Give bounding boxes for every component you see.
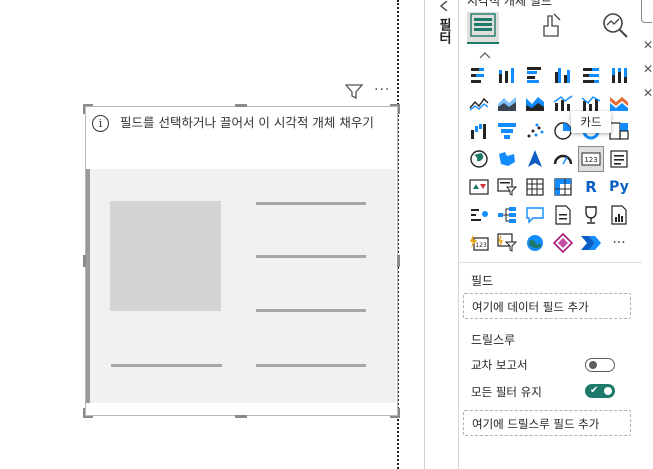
power-automate-card-icon[interactable]: 123: [466, 230, 492, 256]
collapsed-panes: ✕ ✕ ✕: [641, 0, 653, 469]
analytics-magnifier-icon: [601, 11, 629, 43]
card-placeholder: [86, 169, 396, 403]
collapse-icon[interactable]: [438, 0, 450, 15]
filled-map-icon[interactable]: [494, 146, 520, 172]
stacked-area-chart-icon[interactable]: [522, 90, 548, 116]
resize-handle[interactable]: [83, 104, 93, 114]
100-stacked-bar-icon[interactable]: [578, 62, 604, 88]
resize-handle[interactable]: [83, 408, 93, 418]
resize-handle[interactable]: [397, 255, 400, 267]
gauge-icon[interactable]: [550, 146, 576, 172]
stacked-bar-chart-icon[interactable]: [466, 62, 492, 88]
waterfall-chart-icon[interactable]: [466, 118, 492, 144]
pane-divider: [424, 0, 425, 469]
matrix-icon[interactable]: [550, 174, 576, 200]
placeholder-line: [256, 202, 366, 205]
placeholder-bar: [86, 169, 90, 403]
format-paintbrush-icon: [538, 12, 564, 42]
kpi-icon[interactable]: [466, 174, 492, 200]
info-icon: i: [92, 115, 109, 132]
close-icon[interactable]: ✕: [643, 62, 653, 76]
funnel-chart-icon[interactable]: [494, 118, 520, 144]
pane-title: 시각적 개체 빌드: [467, 0, 552, 8]
table-build-icon: [470, 13, 496, 41]
slicer-icon[interactable]: [494, 174, 520, 200]
placeholder-line: [256, 364, 366, 367]
r-visual-icon[interactable]: R: [578, 174, 604, 200]
resize-handle[interactable]: [390, 408, 400, 418]
svg-text:123: 123: [584, 156, 597, 164]
format-visual-tab[interactable]: [535, 12, 567, 42]
clustered-column-chart-icon[interactable]: [550, 62, 576, 88]
chevron-up-icon: [479, 44, 491, 63]
area-chart-icon[interactable]: [494, 90, 520, 116]
more-options-icon[interactable]: ···: [374, 82, 390, 98]
filters-tab-label[interactable]: 필터: [434, 18, 453, 44]
line-chart-icon[interactable]: [466, 90, 492, 116]
fields-drop-well[interactable]: 여기에 데이터 필드 추가: [463, 293, 631, 319]
resize-handle[interactable]: [235, 104, 247, 107]
stacked-column-chart-icon[interactable]: [494, 62, 520, 88]
python-visual-icon[interactable]: Py: [606, 174, 632, 200]
card-visual[interactable]: i 필드를 선택하거나 끌어서 이 시각적 개체 채우기: [83, 104, 400, 418]
drillthrough-section-title: 드릴스루: [471, 333, 516, 347]
table-icon[interactable]: [522, 174, 548, 200]
azure-map-icon[interactable]: [522, 146, 548, 172]
card-icon[interactable]: 123: [578, 146, 604, 172]
close-icon[interactable]: ✕: [643, 38, 653, 52]
analytics-tab[interactable]: [599, 12, 631, 42]
paginated-report-icon[interactable]: [606, 202, 632, 228]
placeholder-line: [256, 309, 366, 312]
resize-handle[interactable]: [83, 255, 86, 267]
filters-side-tab[interactable]: 필터: [428, 0, 458, 469]
cross-report-label: 교차 보고서: [471, 358, 528, 372]
100-stacked-column-icon[interactable]: [606, 62, 632, 88]
arcgis-map-icon[interactable]: [522, 230, 548, 256]
goals-icon[interactable]: [578, 202, 604, 228]
placeholder-line: [111, 364, 222, 367]
empty-visual-text: 필드를 선택하거나 끌어서 이 시각적 개체 채우기: [120, 115, 374, 130]
scatter-chart-icon[interactable]: [522, 118, 548, 144]
resize-handle[interactable]: [235, 415, 247, 418]
resize-handle[interactable]: [390, 104, 400, 114]
qa-visual-icon[interactable]: [522, 202, 548, 228]
close-icon[interactable]: ✕: [643, 86, 653, 100]
filter-icon[interactable]: [344, 84, 364, 104]
empty-visual-message: i 필드를 선택하거나 끌어서 이 시각적 개체 채우기: [92, 113, 389, 165]
placeholder-box: [110, 201, 221, 311]
key-influencers-icon[interactable]: [466, 202, 492, 228]
svg-text:123: 123: [475, 242, 487, 249]
check-icon: ✔: [590, 385, 599, 396]
clustered-bar-chart-icon[interactable]: [522, 62, 548, 88]
fields-section-title: 필드: [471, 274, 494, 288]
pane-edge: [641, 0, 652, 23]
power-automate-icon[interactable]: [578, 230, 604, 256]
section-divider: [459, 262, 642, 263]
build-visual-tab[interactable]: [467, 12, 499, 44]
more-visuals-icon[interactable]: ···: [606, 230, 632, 256]
toggle-knob: [589, 361, 597, 369]
smart-narrative-icon[interactable]: [550, 202, 576, 228]
decomposition-tree-icon[interactable]: [494, 202, 520, 228]
multi-row-card-icon[interactable]: [606, 146, 632, 172]
keep-all-filters-label: 모든 필터 유지: [471, 385, 542, 399]
map-icon[interactable]: [466, 146, 492, 172]
cross-report-toggle[interactable]: [585, 358, 615, 372]
power-apps-slicer-icon[interactable]: [494, 230, 520, 256]
visualizations-pane: 시각적 개체 빌드 123 R Py 123 ··· 필드 여기에 데이터 필드…: [458, 0, 642, 469]
toggle-knob: [604, 387, 612, 395]
card-tooltip: 카드: [571, 111, 611, 133]
power-apps-icon[interactable]: [550, 230, 576, 256]
drillthrough-drop-well[interactable]: 여기에 드릴스루 필드 추가: [463, 410, 631, 436]
keep-all-filters-toggle[interactable]: ✔: [585, 384, 615, 398]
placeholder-line: [256, 255, 366, 258]
